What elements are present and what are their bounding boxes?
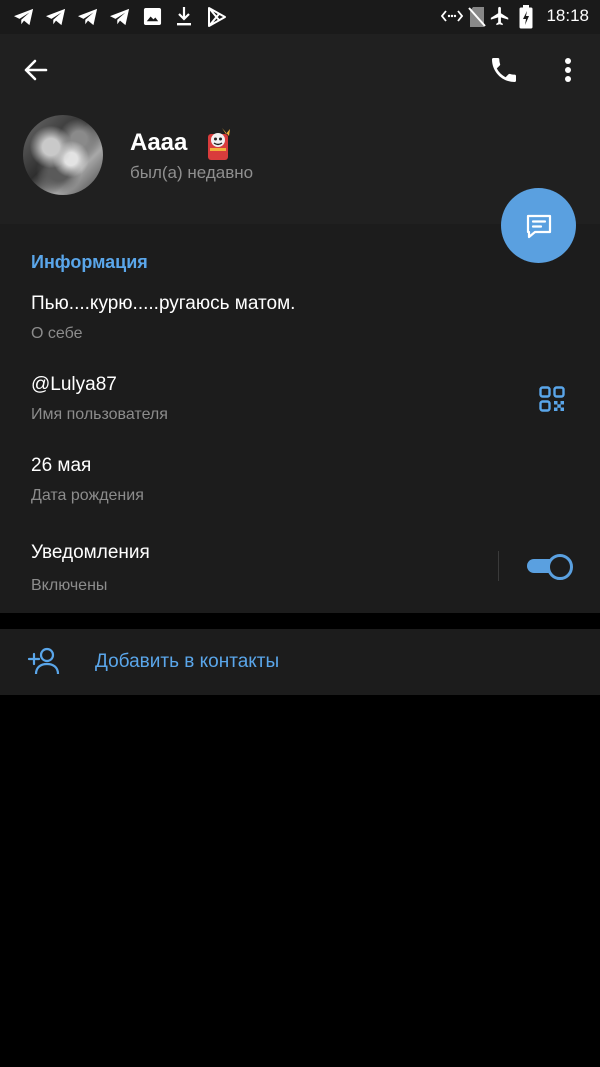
- telegram-icon: [78, 8, 98, 26]
- birthday-text[interactable]: 26 мая: [31, 455, 91, 477]
- data-saver-icon: [441, 10, 463, 22]
- username-text[interactable]: @Lulya87: [31, 374, 117, 396]
- avatar[interactable]: [23, 115, 103, 195]
- info-section: Информация Пью....курю.....ругаюсь матом…: [0, 224, 600, 613]
- last-seen-status: был(а) недавно: [130, 163, 254, 182]
- add-contact-button[interactable]: Добавить в контакты: [0, 629, 600, 695]
- bio-text[interactable]: Пью....курю.....ругаюсь матом.: [31, 293, 295, 315]
- chat-icon: [526, 214, 552, 239]
- birthday-label: Дата рождения: [31, 487, 144, 504]
- profile-header: Aaaa был(а) недавно: [0, 34, 600, 224]
- more-vertical-icon[interactable]: [554, 54, 582, 86]
- bio-label: О себе: [31, 325, 83, 342]
- profile-name: Aaaa: [130, 129, 188, 156]
- divider: [498, 551, 499, 581]
- download-icon: [177, 7, 191, 26]
- qr-code-icon[interactable]: [539, 386, 565, 412]
- notifications-label[interactable]: Уведомления: [31, 542, 150, 564]
- telegram-icon: [46, 8, 66, 26]
- username-label: Имя пользователя: [31, 406, 168, 423]
- image-icon: [143, 7, 162, 26]
- status-time: 18:18: [546, 6, 589, 25]
- telegram-icon: [14, 8, 34, 26]
- telegram-icon: [110, 8, 130, 26]
- phone-icon[interactable]: [488, 54, 520, 86]
- add-contact-label: Добавить в контакты: [95, 651, 280, 672]
- emoji-sticker-icon: [208, 128, 230, 160]
- notifications-status: Включены: [31, 577, 108, 594]
- send-message-button[interactable]: [501, 188, 576, 263]
- battery-charging-icon: [519, 5, 533, 29]
- back-arrow-icon[interactable]: [20, 56, 52, 84]
- airplane-icon: [490, 6, 509, 26]
- info-section-title: Информация: [31, 252, 148, 272]
- status-bar: 18:18: [0, 0, 600, 34]
- add-person-icon: [27, 647, 60, 675]
- notifications-toggle[interactable]: [527, 554, 573, 580]
- no-sim-icon: [468, 7, 486, 27]
- toggle-knob: [547, 554, 573, 580]
- play-store-icon: [208, 7, 226, 27]
